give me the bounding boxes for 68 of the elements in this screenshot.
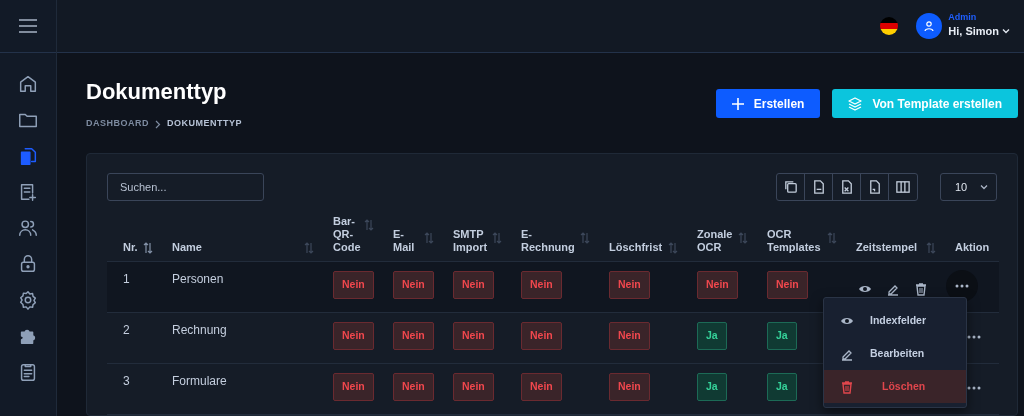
chevron-icon[interactable] xyxy=(1002,28,1010,35)
status-badge: Ja xyxy=(767,373,797,402)
status-badge: Ja xyxy=(767,322,797,351)
avatar-icon[interactable] xyxy=(916,13,943,39)
status-badge: Nein xyxy=(453,271,494,300)
column-header[interactable]: Zonale OCR xyxy=(697,228,736,255)
create-button[interactable]: Erstellen xyxy=(715,89,821,118)
breadcrumb-item[interactable]: DASHBOARD xyxy=(86,117,149,131)
table-cell: 2 xyxy=(123,323,130,338)
column-header[interactable]: Nr. xyxy=(123,241,138,255)
column-header[interactable]: Bar-QR-Code xyxy=(333,214,362,255)
more-icon xyxy=(967,335,981,340)
column-header[interactable]: Löschfrist xyxy=(609,241,663,255)
status-badge: Nein xyxy=(453,373,494,402)
status-badge: Nein xyxy=(521,373,562,402)
plus-icon xyxy=(731,97,744,110)
status-badge: Nein xyxy=(521,271,562,300)
status-badge: Nein xyxy=(767,271,808,300)
column-header[interactable]: E-Rechnung xyxy=(521,228,578,255)
page-title: Dokumenttyp xyxy=(86,79,228,106)
menu-icon[interactable] xyxy=(18,19,38,33)
status-badge: Nein xyxy=(393,373,434,402)
menu-item[interactable]: Löschen xyxy=(824,370,966,403)
status-badge: Nein xyxy=(697,271,738,300)
more-icon xyxy=(955,284,969,289)
columns-icon xyxy=(895,178,911,195)
column-header[interactable]: E-Mail xyxy=(393,228,422,255)
user-name[interactable]: Hi, Simon xyxy=(948,23,999,40)
sort-icon[interactable] xyxy=(143,242,153,255)
home-icon[interactable] xyxy=(17,73,39,95)
table-cell: Personen xyxy=(172,272,224,287)
delete-button[interactable] xyxy=(914,282,928,297)
status-badge: Nein xyxy=(333,373,374,402)
breadcrumb-item: DOKUMENTTYP xyxy=(167,117,242,131)
chevron-icon xyxy=(155,119,161,129)
table-row[interactable]: 1 Personen Nein Nein Nein Nein Nein Nein Nein xyxy=(107,261,999,313)
flag-icon[interactable] xyxy=(880,17,899,35)
status-badge: Nein xyxy=(609,373,650,402)
status-badge: Nein xyxy=(333,322,374,351)
trash-icon xyxy=(840,379,854,394)
layers-icon xyxy=(848,96,863,111)
search-field[interactable]: Suchen... xyxy=(107,172,264,201)
table-cell: Formulare xyxy=(172,374,227,389)
status-badge: Nein xyxy=(609,322,650,351)
status-badge: Nein xyxy=(333,271,374,300)
trash-icon xyxy=(914,282,928,297)
copy-icon xyxy=(782,178,799,195)
status-badge: Nein xyxy=(521,322,562,351)
status-badge: Nein xyxy=(453,322,494,351)
table-cell: Rechnung xyxy=(172,323,227,338)
users-icon[interactable] xyxy=(17,217,39,239)
status-badge: Nein xyxy=(393,322,434,351)
status-badge: Ja xyxy=(697,373,727,402)
chevron-icon xyxy=(980,183,988,190)
user-role: Admin xyxy=(948,12,978,24)
status-badge: Nein xyxy=(609,271,650,300)
more-icon xyxy=(967,386,981,391)
status-badge: Ja xyxy=(697,322,727,351)
column-header[interactable]: Name xyxy=(172,241,202,255)
column-header[interactable]: Zeitstempel xyxy=(856,241,918,255)
page-size-select[interactable]: 10 xyxy=(940,172,997,201)
settings-icon[interactable] xyxy=(17,289,39,311)
column-header[interactable]: Aktion xyxy=(955,241,990,255)
column-header[interactable]: SMTP Import xyxy=(453,228,490,255)
column-header[interactable]: OCR Templates xyxy=(767,228,825,255)
status-badge: Nein xyxy=(393,271,434,300)
table-cell: 3 xyxy=(123,374,130,389)
table-cell: 1 xyxy=(123,272,130,287)
